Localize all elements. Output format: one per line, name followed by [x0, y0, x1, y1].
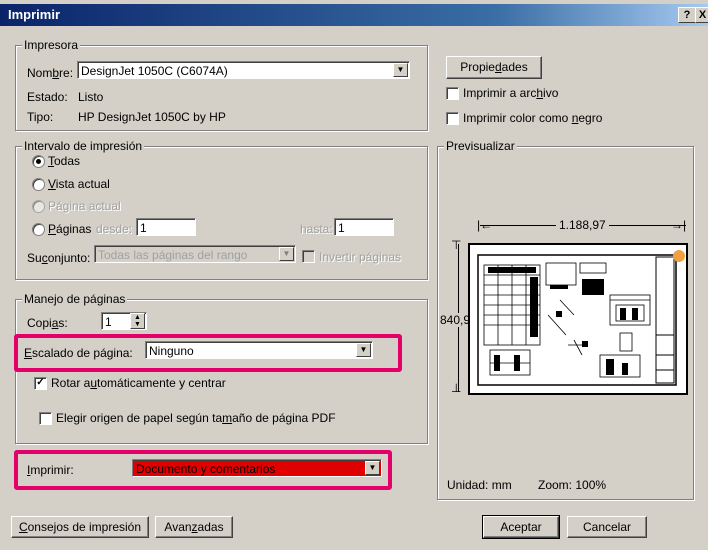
- copies-input[interactable]: 1 ▲ ▼: [101, 312, 147, 330]
- scaling-value: Ninguno: [149, 344, 194, 358]
- print-to-file-label: Imprimir a archivo: [463, 86, 559, 100]
- print-black-label: Imprimir color como negro: [463, 111, 603, 125]
- state-value: Listo: [78, 90, 104, 104]
- title-bar: Imprimir ? X: [0, 4, 708, 26]
- print-dialog: Imprimir ? X Impresora Nombre: DesignJet…: [0, 0, 708, 550]
- autorotate-checkbox[interactable]: ✓: [34, 377, 47, 390]
- dialog-title: Imprimir: [8, 7, 61, 22]
- copies-spinner[interactable]: ▲ ▼: [130, 313, 145, 329]
- preview-zoom: Zoom: 100%: [538, 478, 607, 492]
- reverse-pages-checkbox[interactable]: [302, 250, 315, 263]
- print-tips-button[interactable]: Consejos de impresión: [11, 516, 149, 538]
- range-to-input[interactable]: 1: [334, 218, 394, 236]
- preview-group-title: Previsualizar: [444, 139, 517, 153]
- drawing-thumbnail: [477, 250, 685, 386]
- print-what-label: Imprimir:: [27, 463, 74, 477]
- range-all-label: Todas: [48, 154, 81, 168]
- subset-value: Todas las páginas del rango: [98, 248, 248, 262]
- chevron-down-icon[interactable]: ▼: [365, 461, 380, 475]
- subset-label: Suconjunto:: [27, 251, 91, 265]
- advanced-button[interactable]: Avanzadas: [155, 516, 233, 538]
- preview-unit: Unidad: mm: [447, 478, 512, 492]
- range-from-input[interactable]: 1: [136, 218, 196, 236]
- ok-button[interactable]: Aceptar: [482, 515, 560, 539]
- help-button[interactable]: ?: [678, 7, 696, 23]
- range-current-page-label: Página actual: [48, 199, 121, 213]
- page-handling-group-title: Manejo de páginas: [22, 292, 128, 306]
- print-what-value: Documento y comentarios: [136, 462, 276, 476]
- preview-page: [468, 243, 688, 395]
- printer-name-select[interactable]: DesignJet 1050C (C6074A) ▼: [77, 61, 410, 79]
- preview-width: 1.188,97: [556, 218, 609, 232]
- copies-label: Copias:: [27, 316, 68, 330]
- chevron-down-icon[interactable]: ▼: [279, 247, 294, 261]
- subset-select[interactable]: Todas las páginas del rango ▼: [94, 245, 296, 263]
- range-from-label: desde:: [96, 222, 133, 236]
- range-to-label: hasta:: [300, 222, 333, 236]
- range-group-title: Intervalo de impresión: [22, 139, 145, 153]
- scaling-label: Escalado de página:: [24, 346, 133, 360]
- reverse-pages-label: Invertir páginas: [319, 250, 402, 264]
- printer-name-label: Nombre:: [27, 66, 74, 80]
- range-pages-label: Páginas: [48, 222, 92, 236]
- range-all-radio[interactable]: [32, 155, 45, 168]
- print-to-file-checkbox[interactable]: [446, 87, 459, 100]
- arrow-left-icon: |←: [477, 218, 493, 232]
- cancel-button[interactable]: Cancelar: [567, 516, 647, 538]
- print-black-checkbox[interactable]: [446, 112, 459, 125]
- arrow-down-icon: ⊥: [451, 381, 462, 395]
- state-label: Estado:: [27, 90, 68, 104]
- arrow-right-icon: →|: [671, 218, 687, 232]
- print-what-select[interactable]: Documento y comentarios ▼: [132, 459, 382, 477]
- arrow-up-icon: ⊤: [451, 238, 462, 252]
- copies-value: 1: [105, 315, 112, 329]
- chevron-down-icon[interactable]: ▼: [393, 63, 408, 77]
- paper-source-checkbox[interactable]: [39, 412, 52, 425]
- close-button[interactable]: X: [695, 7, 708, 23]
- autorotate-label: Rotar automáticamente y centrar: [51, 376, 226, 390]
- scaling-select[interactable]: Ninguno ▼: [145, 341, 373, 359]
- printer-name-value: DesignJet 1050C (C6074A): [81, 64, 228, 78]
- type-value: HP DesignJet 1050C by HP: [78, 110, 226, 124]
- properties-button[interactable]: Propiedades: [446, 56, 542, 79]
- printer-group-title: Impresora: [22, 38, 81, 52]
- range-pages-radio[interactable]: [32, 223, 45, 236]
- range-current-view-label: Vista actual: [48, 177, 110, 191]
- range-current-page-radio[interactable]: [32, 200, 45, 213]
- chevron-down-icon[interactable]: ▼: [356, 343, 371, 357]
- paper-source-label: Elegir origen de papel según tamaño de p…: [56, 411, 336, 425]
- type-label: Tipo:: [27, 110, 54, 124]
- range-current-view-radio[interactable]: [32, 178, 45, 191]
